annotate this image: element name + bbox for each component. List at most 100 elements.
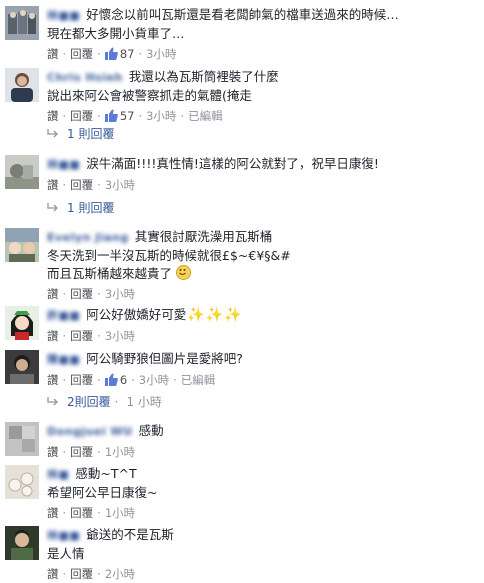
comment-text: 淚牛滿面!!!!真性情!這樣的阿公就對了，祝早日康復! <box>86 156 379 171</box>
comment-actions: 讚 · 回覆 · 87 · 3小時 <box>47 46 475 64</box>
separator: · <box>62 373 67 387</box>
timestamp[interactable]: 2小時 <box>105 567 135 581</box>
like-link[interactable]: 讚 <box>47 506 59 520</box>
separator: · <box>62 506 67 520</box>
replies-count[interactable]: 1 則回覆 <box>67 201 114 215</box>
avatar[interactable] <box>5 228 39 262</box>
like-link[interactable]: 讚 <box>47 445 59 459</box>
reply-link[interactable]: 回覆 <box>70 445 93 459</box>
timestamp[interactable]: 3小時 <box>105 329 135 343</box>
like-link[interactable]: 讚 <box>47 329 59 343</box>
comment-author[interactable]: 林■■ <box>47 7 80 25</box>
separator: · <box>97 178 101 192</box>
comment-author[interactable]: 許■■ <box>47 307 80 325</box>
comment-text: 而且瓦斯桶越來越貴了 <box>47 266 173 281</box>
avatar[interactable] <box>5 68 39 102</box>
separator: · <box>97 506 101 520</box>
avatar[interactable] <box>5 526 39 560</box>
separator: · <box>62 329 67 343</box>
comment-author[interactable]: Dongjuei WU <box>47 423 133 441</box>
comment-author[interactable]: 陳■■ <box>47 351 80 369</box>
separator: · <box>138 47 143 61</box>
separator: · <box>131 373 135 387</box>
timestamp[interactable]: 1小時 <box>105 445 135 459</box>
sparkles-icon: ✨ <box>187 307 205 323</box>
comment-author[interactable]: 林■■ <box>47 156 80 174</box>
like-link[interactable]: 讚 <box>47 373 59 387</box>
reply-arrow-icon <box>47 200 59 216</box>
comment-actions: 讚 · 回覆 · 1小時 <box>47 505 475 521</box>
timestamp[interactable]: 3小時 <box>105 178 135 192</box>
separator: · <box>62 178 67 192</box>
separator: · <box>173 373 177 387</box>
reply-link[interactable]: 回覆 <box>70 373 93 387</box>
separator: · <box>97 47 101 61</box>
comment-actions: 讚 · 回覆 · 3小時 <box>47 286 475 302</box>
separator: · <box>138 109 143 123</box>
comment-author[interactable]: Chris Hsieh <box>47 69 123 87</box>
reply-link[interactable]: 回覆 <box>70 506 93 520</box>
comment-author[interactable]: 林■ <box>47 466 69 484</box>
avatar[interactable] <box>5 350 39 384</box>
like-link[interactable]: 讚 <box>47 178 59 192</box>
comment-text: 冬天洗到一半沒瓦斯的時候就很£$~€¥§&# <box>47 248 291 263</box>
comment-author[interactable]: 林■■ <box>47 527 80 545</box>
timestamp[interactable]: 3小時 <box>146 109 176 123</box>
sparkles-icon: ✨ <box>205 307 224 323</box>
timestamp[interactable]: 3小時 <box>139 373 169 387</box>
avatar[interactable] <box>5 422 39 456</box>
reply-link[interactable]: 回覆 <box>70 329 93 343</box>
comment-text: 希望阿公早日康復~ <box>47 485 158 500</box>
reply-link[interactable]: 回覆 <box>70 47 93 61</box>
sparkles-icon: ✨ <box>224 307 242 323</box>
separator: · <box>97 109 101 123</box>
comment-actions: 讚 · 回覆 · 57 · 3小時 · 已編輯 <box>47 108 475 126</box>
reply-timestamp[interactable]: 1 小時 <box>126 395 161 409</box>
comment-actions: 讚 · 回覆 · 1小時 <box>47 444 475 460</box>
avatar[interactable] <box>5 465 39 499</box>
thumbs-up-icon[interactable] <box>104 373 118 390</box>
reply-arrow-icon <box>47 126 59 142</box>
separator: · <box>97 567 101 581</box>
timestamp[interactable]: 3小時 <box>146 47 176 61</box>
like-link[interactable]: 讚 <box>47 109 59 123</box>
like-link[interactable]: 讚 <box>47 47 59 61</box>
comment-actions: 讚 · 回覆 · 6 · 3小時 · 已編輯 <box>47 372 475 390</box>
replies-count[interactable]: 1 則回覆 <box>67 127 114 141</box>
like-link[interactable]: 讚 <box>47 567 59 581</box>
separator: · <box>97 329 101 343</box>
edited-label[interactable]: 已編輯 <box>181 373 216 387</box>
reply-link[interactable]: 回覆 <box>70 178 93 192</box>
separator: · <box>97 287 101 301</box>
replies-count[interactable]: 2則回覆 <box>67 395 111 409</box>
reply-link[interactable]: 回覆 <box>70 109 93 123</box>
comment-text: 感動 <box>138 423 164 438</box>
edited-label[interactable]: 已編輯 <box>188 109 223 123</box>
separator: · <box>62 287 67 301</box>
separator: · <box>62 445 67 459</box>
grinning-emoji-icon <box>175 265 191 280</box>
like-count[interactable]: 57 <box>120 109 135 123</box>
view-replies-link[interactable]: 1 則回覆 <box>47 200 114 216</box>
thumbs-up-icon[interactable] <box>104 109 118 126</box>
avatar[interactable] <box>5 306 39 340</box>
comment-text: 現在都大多開小貨車了… <box>47 26 185 41</box>
comment-author[interactable]: Evelyn Jiang <box>47 229 129 247</box>
comment-text: 好懷念以前叫瓦斯還是看老闆帥氣的檔車送過來的時候… <box>86 7 399 22</box>
timestamp[interactable]: 1小時 <box>105 506 135 520</box>
view-replies-link[interactable]: 1 則回覆 <box>47 126 114 142</box>
avatar[interactable] <box>5 6 39 40</box>
like-count[interactable]: 87 <box>120 47 135 61</box>
separator: · <box>114 395 119 409</box>
comment-text: 阿公好傲嬌好可愛 <box>86 307 187 322</box>
like-count[interactable]: 6 <box>120 373 127 387</box>
thumbs-up-icon[interactable] <box>104 47 118 64</box>
timestamp[interactable]: 3小時 <box>105 287 135 301</box>
comment-actions: 讚 · 回覆 · 3小時 <box>47 177 475 193</box>
reply-link[interactable]: 回覆 <box>70 287 93 301</box>
like-link[interactable]: 讚 <box>47 287 59 301</box>
reply-link[interactable]: 回覆 <box>70 567 93 581</box>
view-replies-link[interactable]: 2則回覆 · 1 小時 <box>47 394 162 410</box>
comment-text: 是人情 <box>47 546 85 561</box>
avatar[interactable] <box>5 155 39 189</box>
